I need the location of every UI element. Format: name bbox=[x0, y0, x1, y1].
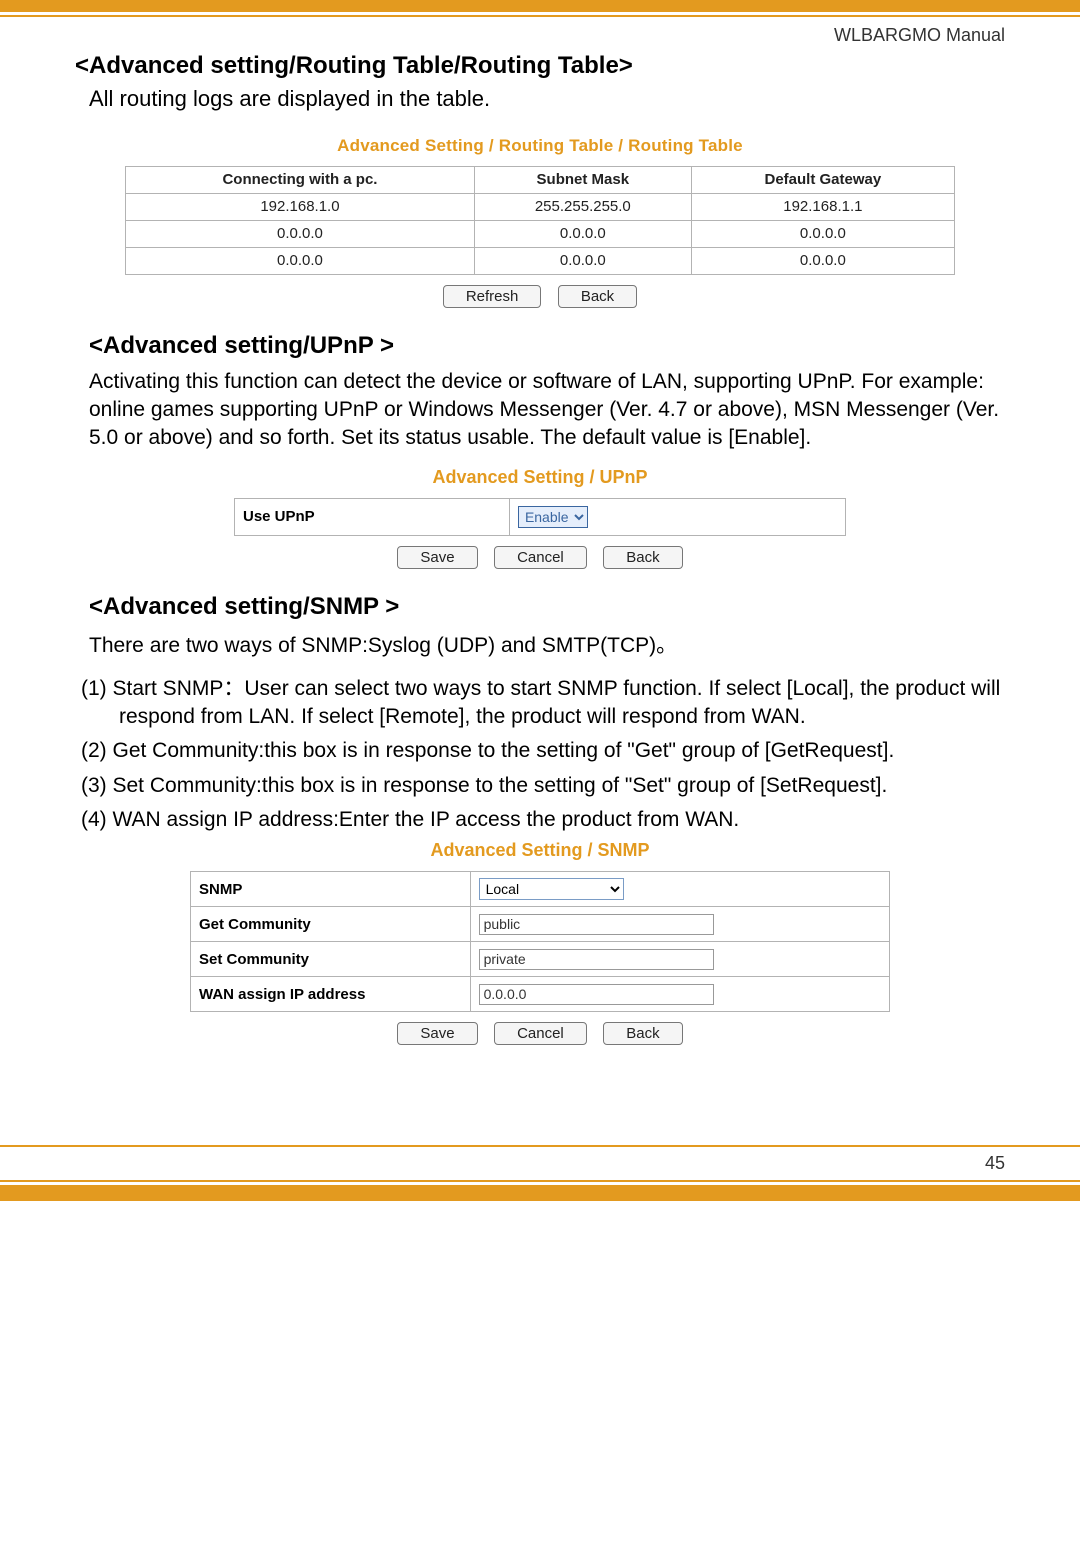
routing-caption: Advanced Setting / Routing Table / Routi… bbox=[75, 136, 1005, 156]
page-number: 45 bbox=[0, 1147, 1080, 1180]
snmp-row: Get Community bbox=[191, 907, 890, 942]
snmp-form: SNMP Local Get Community Set Community bbox=[190, 871, 890, 1012]
upnp-button-row: Save Cancel Back bbox=[75, 546, 1005, 569]
snmp-item-2: (2) Get Community:this box is in respons… bbox=[81, 737, 1005, 765]
cell: 0.0.0.0 bbox=[126, 220, 475, 247]
refresh-button[interactable]: Refresh bbox=[443, 285, 542, 308]
snmp-cell bbox=[470, 907, 889, 942]
snmp-item-4: (4) WAN assign IP address:Enter the IP a… bbox=[81, 806, 1005, 834]
snmp-heading: <Advanced setting/SNMP > bbox=[89, 593, 1005, 621]
set-community-input[interactable] bbox=[479, 949, 714, 970]
save-button[interactable]: Save bbox=[397, 546, 477, 569]
footer-bar bbox=[0, 1185, 1080, 1201]
upnp-field-cell: Enable bbox=[509, 498, 845, 535]
upnp-description: Activating this function can detect the … bbox=[89, 368, 1005, 453]
snmp-row: Set Community bbox=[191, 942, 890, 977]
snmp-cell bbox=[470, 942, 889, 977]
header-manual-label: WLBARGMO Manual bbox=[75, 25, 1005, 46]
back-button[interactable]: Back bbox=[603, 1022, 682, 1045]
cell: 0.0.0.0 bbox=[474, 247, 691, 274]
snmp-note: There are two ways of SNMP:Syslog (UDP) … bbox=[89, 629, 1005, 659]
snmp-cell: Local bbox=[470, 872, 889, 907]
snmp-select[interactable]: Local bbox=[479, 878, 624, 900]
back-button[interactable]: Back bbox=[603, 546, 682, 569]
table-header-row: Connecting with a pc. Subnet Mask Defaul… bbox=[126, 166, 955, 193]
routing-table: Connecting with a pc. Subnet Mask Defaul… bbox=[125, 166, 955, 275]
table-row: 0.0.0.0 0.0.0.0 0.0.0.0 bbox=[126, 247, 955, 274]
snmp-form-container: SNMP Local Get Community Set Community bbox=[190, 871, 890, 1012]
wan-ip-input[interactable] bbox=[479, 984, 714, 1005]
snmp-item-3: (3) Set Community:this box is in respons… bbox=[81, 772, 1005, 800]
cell: 0.0.0.0 bbox=[474, 220, 691, 247]
routing-description: All routing logs are displayed in the ta… bbox=[89, 84, 1005, 114]
snmp-caption: Advanced Setting / SNMP bbox=[75, 840, 1005, 861]
cell: 192.168.1.1 bbox=[691, 193, 954, 220]
upnp-form-container: Use UPnP Enable bbox=[234, 498, 846, 536]
get-community-input[interactable] bbox=[479, 914, 714, 935]
page-body: WLBARGMO Manual <Advanced setting/Routin… bbox=[0, 25, 1080, 1045]
upnp-heading: <Advanced setting/UPnP > bbox=[89, 332, 1005, 360]
table-row: 0.0.0.0 0.0.0.0 0.0.0.0 bbox=[126, 220, 955, 247]
upnp-label: Use UPnP bbox=[235, 498, 510, 535]
col-gateway: Default Gateway bbox=[691, 166, 954, 193]
top-border-line bbox=[0, 15, 1080, 17]
cell: 0.0.0.0 bbox=[126, 247, 475, 274]
footer: 45 bbox=[0, 1145, 1080, 1201]
top-border-bar bbox=[0, 0, 1080, 12]
upnp-select[interactable]: Enable bbox=[518, 506, 588, 528]
snmp-row: SNMP Local bbox=[191, 872, 890, 907]
cancel-button[interactable]: Cancel bbox=[494, 546, 587, 569]
snmp-label-get: Get Community bbox=[191, 907, 471, 942]
routing-heading: <Advanced setting/Routing Table/Routing … bbox=[75, 52, 1005, 80]
routing-table-container: Connecting with a pc. Subnet Mask Defaul… bbox=[125, 166, 955, 275]
col-connecting: Connecting with a pc. bbox=[126, 166, 475, 193]
snmp-button-row: Save Cancel Back bbox=[75, 1022, 1005, 1045]
cell: 192.168.1.0 bbox=[126, 193, 475, 220]
snmp-row: WAN assign IP address bbox=[191, 977, 890, 1012]
upnp-form: Use UPnP Enable bbox=[234, 498, 846, 536]
table-row: 192.168.1.0 255.255.255.0 192.168.1.1 bbox=[126, 193, 955, 220]
snmp-list: (1) Start SNMP：User can select two ways … bbox=[81, 675, 1005, 835]
snmp-item-1: (1) Start SNMP：User can select two ways … bbox=[81, 675, 1005, 732]
cell: 0.0.0.0 bbox=[691, 247, 954, 274]
upnp-row: Use UPnP Enable bbox=[235, 498, 846, 535]
back-button[interactable]: Back bbox=[558, 285, 637, 308]
cell: 255.255.255.0 bbox=[474, 193, 691, 220]
col-subnet: Subnet Mask bbox=[474, 166, 691, 193]
routing-button-row: Refresh Back bbox=[75, 285, 1005, 308]
footer-line-2 bbox=[0, 1180, 1080, 1182]
cancel-button[interactable]: Cancel bbox=[494, 1022, 587, 1045]
cell: 0.0.0.0 bbox=[691, 220, 954, 247]
snmp-label-set: Set Community bbox=[191, 942, 471, 977]
snmp-cell bbox=[470, 977, 889, 1012]
upnp-caption: Advanced Setting / UPnP bbox=[75, 467, 1005, 488]
save-button[interactable]: Save bbox=[397, 1022, 477, 1045]
snmp-label-wan: WAN assign IP address bbox=[191, 977, 471, 1012]
snmp-label-snmp: SNMP bbox=[191, 872, 471, 907]
